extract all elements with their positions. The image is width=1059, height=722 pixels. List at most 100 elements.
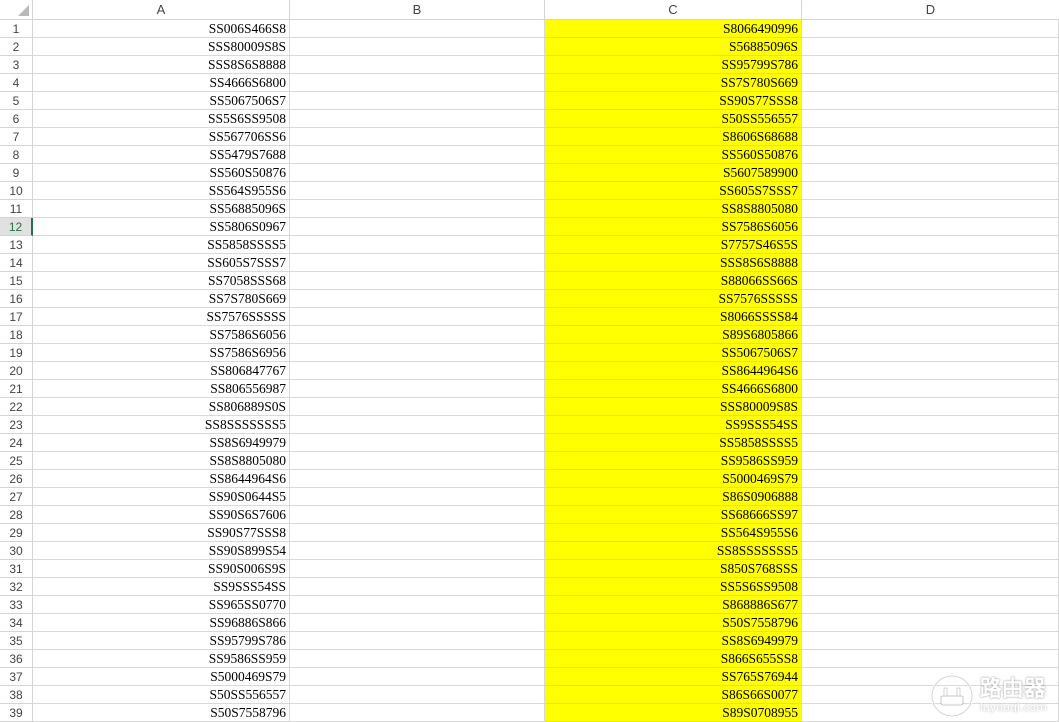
cell-a[interactable]: SS806847767 (33, 362, 290, 380)
cell-b[interactable] (290, 452, 545, 470)
cell-c[interactable]: SS7586S6056 (545, 218, 802, 236)
row-header[interactable]: 16 (0, 290, 33, 308)
row-header[interactable]: 24 (0, 434, 33, 452)
cell-c[interactable]: SS560S50876 (545, 146, 802, 164)
cell-c[interactable]: S8066SSSS84 (545, 308, 802, 326)
cell-b[interactable] (290, 92, 545, 110)
cell-c[interactable]: SS8SSSSSSS5 (545, 542, 802, 560)
cell-b[interactable] (290, 74, 545, 92)
row-header[interactable]: 14 (0, 254, 33, 272)
cell-b[interactable] (290, 56, 545, 74)
cell-a[interactable]: SS5858SSSS5 (33, 236, 290, 254)
row-header[interactable]: 19 (0, 344, 33, 362)
cell-d[interactable] (802, 362, 1059, 380)
cell-d[interactable] (802, 452, 1059, 470)
cell-a[interactable]: SS7586S6956 (33, 344, 290, 362)
cell-b[interactable] (290, 560, 545, 578)
cell-c[interactable]: S7757S46S5S (545, 236, 802, 254)
select-all-corner[interactable] (0, 0, 33, 20)
cell-a[interactable]: SS4666S6800 (33, 74, 290, 92)
cell-b[interactable] (290, 632, 545, 650)
cell-d[interactable] (802, 578, 1059, 596)
cell-b[interactable] (290, 344, 545, 362)
cell-c[interactable]: S89S6805866 (545, 326, 802, 344)
cell-c[interactable]: SS5S6SS9508 (545, 578, 802, 596)
row-header[interactable]: 25 (0, 452, 33, 470)
cell-a[interactable]: SS90S006S9S (33, 560, 290, 578)
cell-c[interactable]: S5000469S79 (545, 470, 802, 488)
row-header[interactable]: 38 (0, 686, 33, 704)
cell-c[interactable]: S89S0708955 (545, 704, 802, 722)
cell-d[interactable] (802, 20, 1059, 38)
cell-c[interactable]: SS765S76944 (545, 668, 802, 686)
cell-c[interactable]: SS7S780S669 (545, 74, 802, 92)
row-header[interactable]: 7 (0, 128, 33, 146)
cell-c[interactable]: S866S655SS8 (545, 650, 802, 668)
cell-a[interactable]: SS564S955S6 (33, 182, 290, 200)
cell-a[interactable]: SS806556987 (33, 380, 290, 398)
cell-d[interactable] (802, 236, 1059, 254)
cell-a[interactable]: SS8S6949979 (33, 434, 290, 452)
cell-a[interactable]: SS90S6S7606 (33, 506, 290, 524)
cell-b[interactable] (290, 110, 545, 128)
cell-a[interactable]: SS567706SS6 (33, 128, 290, 146)
cell-a[interactable]: SS006S466S8 (33, 20, 290, 38)
cell-c[interactable]: SS95799S786 (545, 56, 802, 74)
cell-b[interactable] (290, 380, 545, 398)
cell-a[interactable]: S50SS556557 (33, 686, 290, 704)
row-header[interactable]: 17 (0, 308, 33, 326)
cell-b[interactable] (290, 470, 545, 488)
row-header[interactable]: 34 (0, 614, 33, 632)
row-header[interactable]: 13 (0, 236, 33, 254)
row-header[interactable]: 3 (0, 56, 33, 74)
row-header[interactable]: 1 (0, 20, 33, 38)
cell-b[interactable] (290, 416, 545, 434)
cell-b[interactable] (290, 506, 545, 524)
cell-a[interactable]: SS90S899S54 (33, 542, 290, 560)
cell-d[interactable] (802, 560, 1059, 578)
cell-a[interactable]: SS8644964S6 (33, 470, 290, 488)
cell-b[interactable] (290, 146, 545, 164)
row-header[interactable]: 39 (0, 704, 33, 722)
row-header[interactable]: 8 (0, 146, 33, 164)
cell-a[interactable]: SS7058SSS68 (33, 272, 290, 290)
row-header[interactable]: 6 (0, 110, 33, 128)
cell-b[interactable] (290, 704, 545, 722)
cell-c[interactable]: SSS80009S8S (545, 398, 802, 416)
cell-d[interactable] (802, 398, 1059, 416)
row-header[interactable]: 31 (0, 560, 33, 578)
cell-d[interactable] (802, 56, 1059, 74)
cell-b[interactable] (290, 686, 545, 704)
cell-b[interactable] (290, 236, 545, 254)
cell-a[interactable]: SS5S6SS9508 (33, 110, 290, 128)
cell-d[interactable] (802, 614, 1059, 632)
row-header[interactable]: 23 (0, 416, 33, 434)
row-header[interactable]: 2 (0, 38, 33, 56)
cell-d[interactable] (802, 308, 1059, 326)
cell-d[interactable] (802, 326, 1059, 344)
row-header[interactable]: 30 (0, 542, 33, 560)
cell-c[interactable]: S8606S68688 (545, 128, 802, 146)
cell-b[interactable] (290, 596, 545, 614)
cell-c[interactable]: SS8S6949979 (545, 632, 802, 650)
cell-d[interactable] (802, 74, 1059, 92)
column-header-a[interactable]: A (33, 0, 290, 20)
cell-a[interactable]: SS90S77SSS8 (33, 524, 290, 542)
row-header[interactable]: 18 (0, 326, 33, 344)
cell-c[interactable]: S86S66S0077 (545, 686, 802, 704)
cell-c[interactable]: SS8S8805080 (545, 200, 802, 218)
cell-a[interactable]: SS5479S7688 (33, 146, 290, 164)
cell-a[interactable]: SS9586SS959 (33, 650, 290, 668)
cell-a[interactable]: SS965SS0770 (33, 596, 290, 614)
cell-d[interactable] (802, 632, 1059, 650)
row-header[interactable]: 11 (0, 200, 33, 218)
row-header[interactable]: 10 (0, 182, 33, 200)
cell-d[interactable] (802, 290, 1059, 308)
cell-d[interactable] (802, 110, 1059, 128)
row-header[interactable]: 15 (0, 272, 33, 290)
cell-d[interactable] (802, 380, 1059, 398)
cell-a[interactable]: SS5067506S7 (33, 92, 290, 110)
cell-c[interactable]: S50S7558796 (545, 614, 802, 632)
cell-b[interactable] (290, 434, 545, 452)
cell-b[interactable] (290, 542, 545, 560)
